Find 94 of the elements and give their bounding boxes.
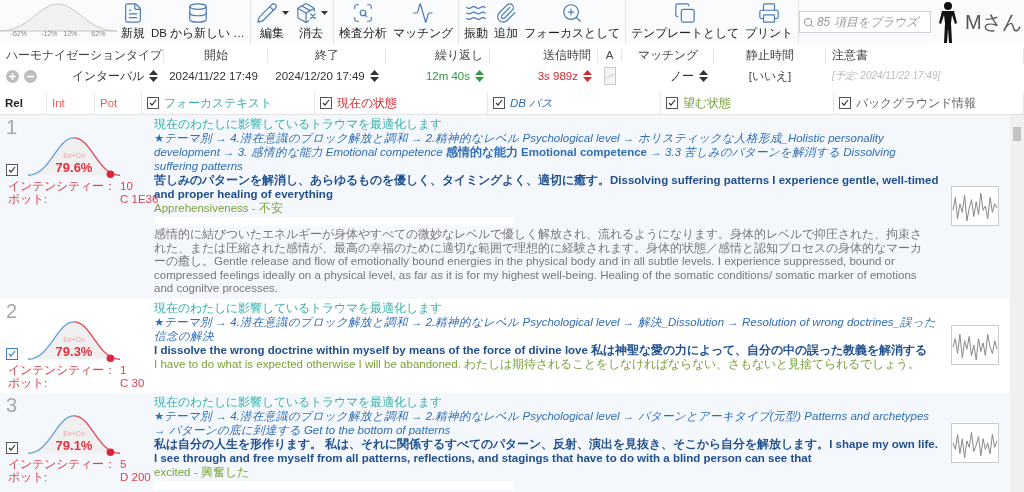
row-number: 3 [6,393,18,416]
column-label: ハーモナイゼーションタイプ [0,47,164,63]
database-icon [186,2,209,24]
checkbox[interactable] [666,97,678,109]
intensity-value: 5 [120,457,128,471]
checkbox[interactable] [320,97,332,109]
column-header[interactable]: Int [52,97,65,109]
toolbar-button[interactable]: 振動 [460,0,491,44]
search-field[interactable]: 85 項目をブラウズ [798,11,931,33]
scrollbar[interactable] [1010,115,1024,492]
caret-icon [281,11,289,15]
setting-value: [いいえ] [748,68,792,84]
toolbar-button[interactable]: DB から新しい … [148,0,248,44]
list-row[interactable] [0,115,1010,299]
printer-icon [757,2,780,24]
column-header[interactable]: DB パス [510,95,554,111]
focus-text: 現在のわたしに影響しているトラウマを最適化します [154,117,443,131]
pot-label: ポット: [8,193,49,206]
toolbar-button[interactable]: 検査分析 [335,0,390,44]
sparkline-icon [951,324,999,365]
list-row[interactable] [0,392,1010,492]
sparkline-icon [951,185,999,226]
pencil-icon [255,2,278,24]
checkbox[interactable] [147,97,159,109]
spinner-arrows-icon[interactable] [369,70,379,82]
column-label: マッチング [622,47,714,63]
search-icon [802,16,814,28]
pot-label: ポット: [8,376,49,390]
column-label: 注意書 [826,47,1024,63]
toolbar-button[interactable]: 新規 [118,0,148,44]
caret-icon [320,11,328,15]
column-header[interactable]: 現在の状態 [337,95,397,111]
spinner-arrows-icon[interactable] [699,70,708,82]
current-state: I dissolve the wrong doctrine within myself by means of the force of divine love 私は神聖な愛の力によって、自分の中の誤った教義を解消する [154,342,929,357]
spinner-value[interactable]: 2024/11/22 17:49 [169,70,258,82]
toolbar-button[interactable]: プリント [741,0,796,44]
desired-state: excited - 興奮した [154,464,250,479]
spinner-value[interactable]: インターバル [72,68,144,84]
person-silhouette-icon [936,1,959,43]
spinner-value[interactable]: ノー [670,68,694,84]
intensity-value: 1 [120,363,128,377]
document-icon [122,2,144,24]
user-name: Mさん [964,9,1022,35]
gauge-percent: 79.1% [54,437,94,453]
pot-label: ポット: [8,470,49,484]
checkbox[interactable] [6,441,18,454]
gauge-percent: 79.3% [54,343,94,359]
wave-icon [411,2,434,24]
scan-search-icon [351,2,374,24]
column-label: A [598,49,622,61]
gauge-percent: 79.6% [54,160,94,175]
checkbox[interactable] [6,164,18,176]
column-label: 終了 [268,47,386,63]
row-number: 1 [6,116,18,138]
focus-text: 現在のわたしに影響しているトラウマを最適化します [154,300,443,315]
column-header[interactable]: バックグラウンド情報 [856,95,976,111]
checkbox[interactable] [6,347,18,360]
toolbar-button[interactable]: 消去 [291,0,331,44]
current-state: 私は自分の人生を形作ります。 私は、それに関係するすべてのパターン、反射、演出を見抜き、そこから自分を解放します。I shape my own life. I see through and free myself from all patterns, reflections, and stagings that have to do with a blind person can see that [154,436,939,465]
db-path: ★テーマ別 → 4.潜在意識のブロック解放と調和 → 2.精神的なレベル Psychological level → 解決_Dissolution → Resolution of wrong doctrines_誤った信念の解決 [154,314,937,343]
spinner-value[interactable]: 12m 40s [425,70,470,82]
spinner-value[interactable]: 2024/12/20 17:49 [275,70,365,82]
copy-icon [673,2,696,24]
checkbox[interactable] [839,97,851,109]
toolbar-button[interactable]: フォーカスとして [520,0,623,44]
spinner-arrows-icon[interactable] [149,70,158,82]
row-number: 2 [6,299,18,322]
background-info: 感情的に結びついたエネルギーが身体やすべての微妙なレベルで優しく解放され、流れるようになります。身体的レベルで抑圧された、拘束された、または圧縮された感情が、最高の幸福のために適切な範囲で理想的に経験されます。身体的状態／感情と認知プロセスの身体的なマーカーの癒し。Gentle release and flow of emotionally bound energies in the physical body and in all subtle levels. I experience suppressed, bound or compressed feelings ideally on a physical level, as far as it is for my highest well-being. Healing of the somatic conditions/ somatic marker of emotions and cognitve processes. [154,228,923,296]
spinner-value[interactable]: 3s 989z [537,70,578,82]
note-value: [予定: 2024/11/22 17:49] [832,69,941,83]
db-path: ★テーマ別 → 4.潜在意識のブロック解放と調和 → 2.精神的なレベル Psychological level → ホリスティックな人格形成_Holistic personality development → 3. 感情的な能力 Emotional competence 感情的な能力 Emotional competence → 3.3 苦しみのパターンを解消する Dissolving suffering patterns [154,131,897,173]
intensity-label: インテンシティー： [8,363,116,377]
desired-state: I have to do what is expected otherwise I will be abandoned. わたしは期待されることをしなければならない、さもないと見捨てられるでしょう。 [154,357,922,371]
pot-value: D 200 [120,470,151,484]
db-path: ★テーマ別 → 4.潜在意識のブロック解放と調和 → 2.精神的なレベル Psychological level → パターンとアーキタイプ(元型) Patterns and archetypes → パターンの底に到達する Get to the bottom of patterns [154,408,931,437]
toolbar-button[interactable]: 追加 [490,0,521,44]
focus-text: 現在のわたしに影響しているトラウマを最適化します [154,394,443,409]
column-label: 繰り返し [386,47,490,63]
intensity-label: インテンシティー： [8,180,116,193]
pot-value: C 30 [120,376,145,390]
toolbar-button[interactable]: マッチング [389,0,456,44]
column-label: 開始 [164,47,268,63]
checkbox[interactable] [493,97,505,109]
paperclip-icon [494,2,517,24]
toolbar-button[interactable]: 編集 [252,0,292,44]
delete-icon [294,2,317,24]
zoom-icon [560,2,583,24]
column-label: 送信時間 [490,47,598,63]
intensity-label: インテンシティー： [8,457,116,471]
intensity-value: 10 [120,180,134,193]
sparkline-icon [951,422,999,463]
column-header[interactable]: Rel [5,97,23,109]
column-label: 静止時間 [714,47,826,63]
toolbar-button[interactable]: テンプレートとして [627,0,742,44]
